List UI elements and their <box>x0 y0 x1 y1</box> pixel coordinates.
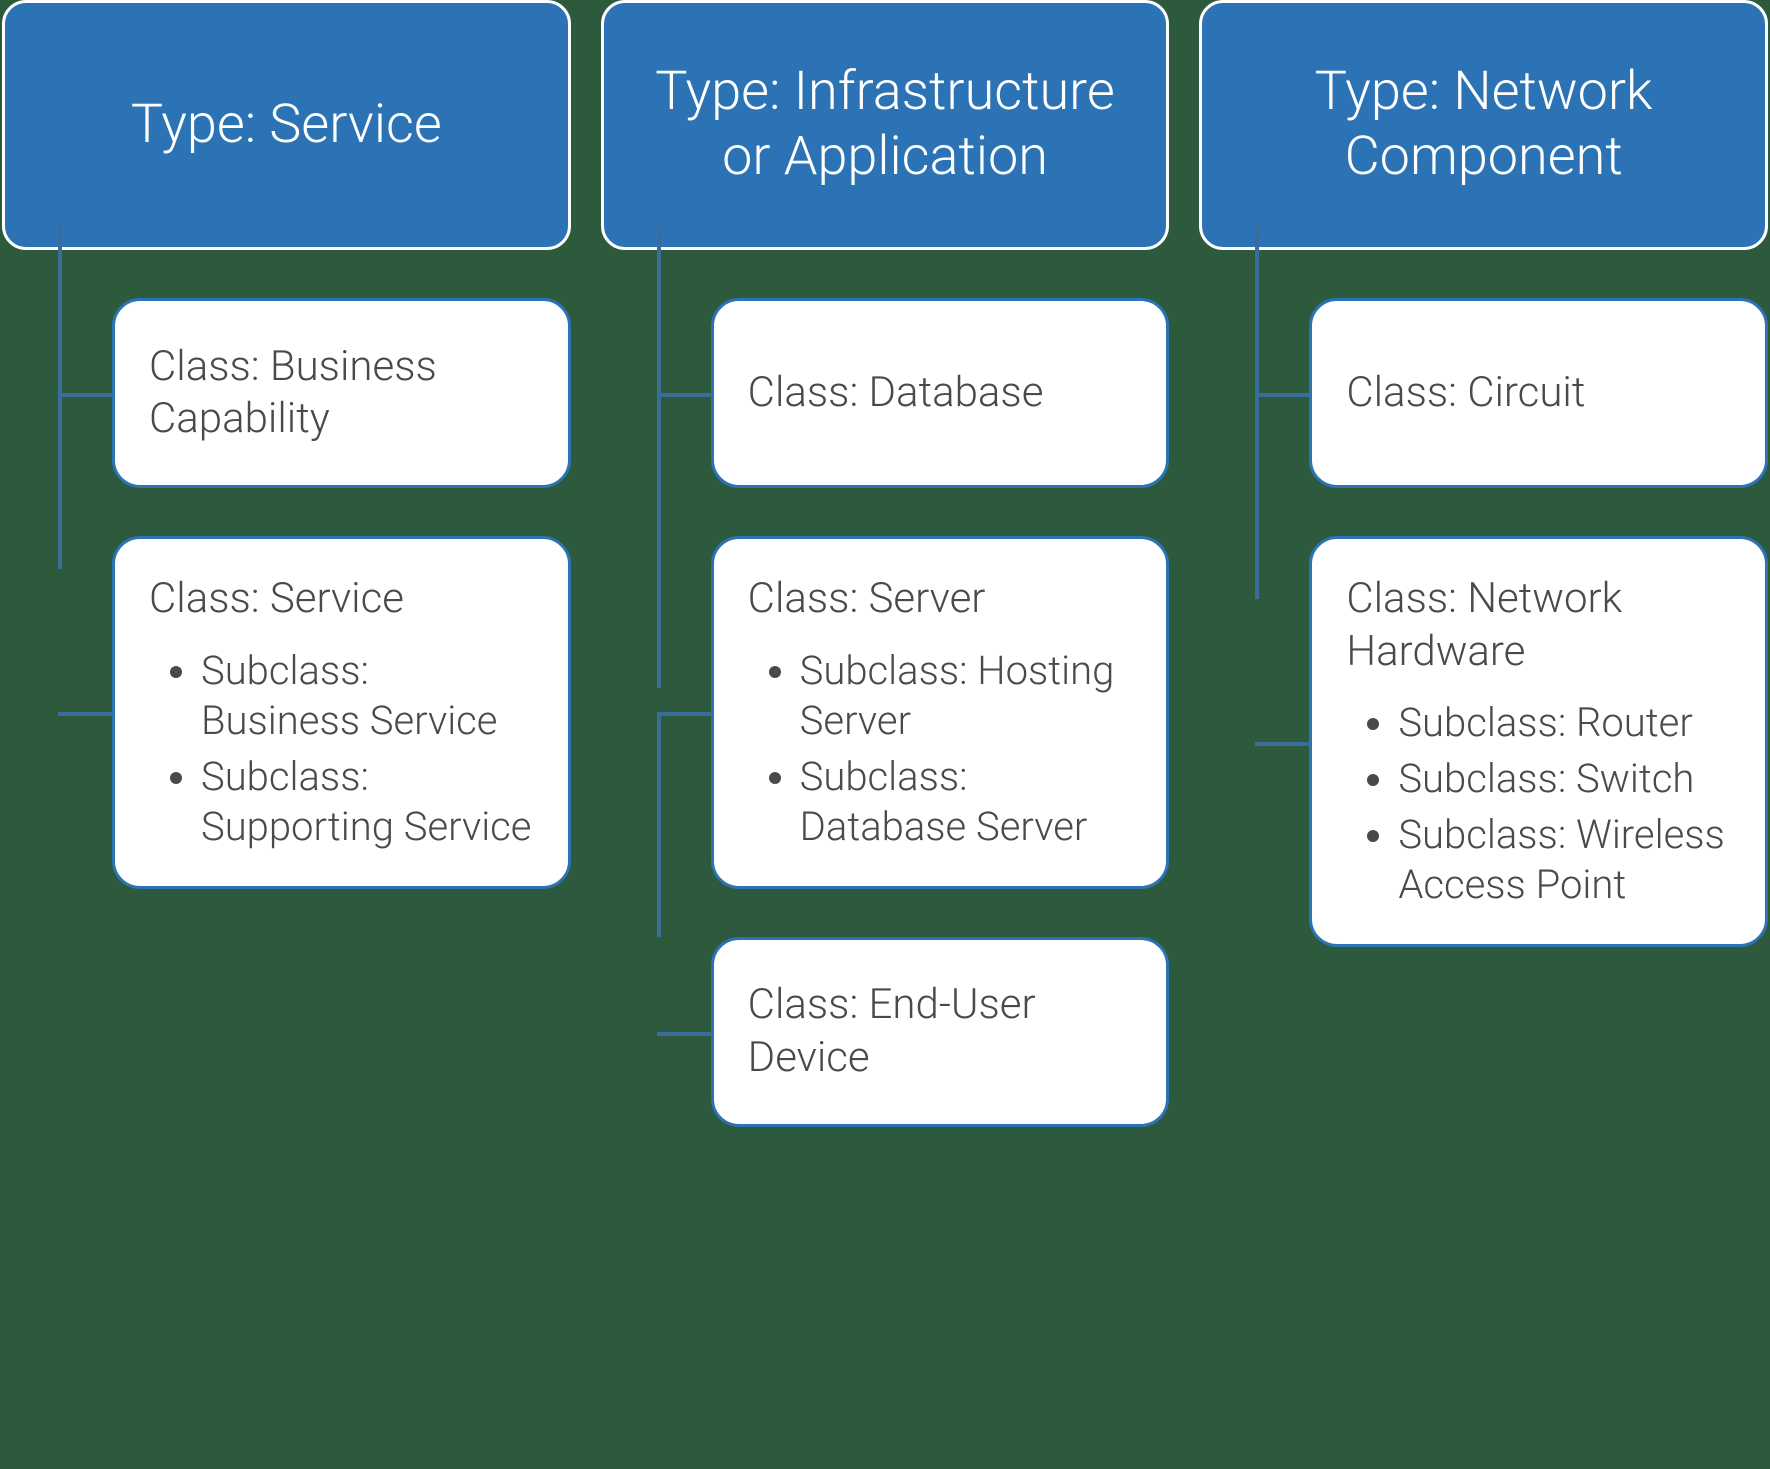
class-box-end-user-device: Class: End-User Device <box>711 937 1170 1127</box>
children-infra-app: Class: Database Class: Server Subclass: … <box>657 250 1170 1127</box>
type-label: Type: Infrastructure or Application <box>634 60 1137 190</box>
subclass-item: Subclass: Switch <box>1398 754 1731 804</box>
type-box-service: Type: Service <box>2 0 571 250</box>
children-service: Class: Business Capability Class: Servic… <box>58 250 571 889</box>
subclass-item: Subclass: Router <box>1398 698 1731 748</box>
class-box-database: Class: Database <box>711 298 1170 488</box>
subclass-item: Subclass: Database Server <box>800 752 1133 852</box>
class-box-circuit: Class: Circuit <box>1309 298 1768 488</box>
subclass-item: Subclass: Wireless Access Point <box>1398 810 1731 910</box>
type-label: Type: Service <box>131 93 442 158</box>
class-wrap: Class: Database <box>711 298 1170 488</box>
diagram-root: Type: Service Class: Business Capability… <box>0 0 1770 1127</box>
class-label: Class: End-User Device <box>748 979 1133 1084</box>
class-wrap: Class: Network Hardware Subclass: Router… <box>1309 536 1768 947</box>
class-label: Class: Business Capability <box>149 341 534 446</box>
class-label: Class: Network Hardware <box>1346 573 1731 678</box>
class-label: Class: Server <box>748 573 1133 626</box>
subclass-item: Subclass: Hosting Server <box>800 646 1133 746</box>
subclass-list: Subclass: Router Subclass: Switch Subcla… <box>1398 692 1731 910</box>
type-box-infra-app: Type: Infrastructure or Application <box>601 0 1170 250</box>
class-wrap: Class: End-User Device <box>711 937 1170 1127</box>
class-label: Class: Service <box>149 573 534 626</box>
subclass-item: Subclass: Supporting Service <box>201 752 534 852</box>
column-infra-app: Type: Infrastructure or Application Clas… <box>601 0 1170 1127</box>
class-wrap: Class: Business Capability <box>112 298 571 488</box>
class-label: Class: Circuit <box>1346 367 1731 420</box>
class-box-business-capability: Class: Business Capability <box>112 298 571 488</box>
type-box-network: Type: Network Component <box>1199 0 1768 250</box>
class-wrap: Class: Service Subclass: Business Servic… <box>112 536 571 889</box>
class-wrap: Class: Circuit <box>1309 298 1768 488</box>
subclass-item: Subclass: Business Service <box>201 646 534 746</box>
class-label: Class: Database <box>748 367 1133 420</box>
subclass-list: Subclass: Hosting Server Subclass: Datab… <box>800 640 1133 852</box>
children-network: Class: Circuit Class: Network Hardware S… <box>1255 250 1768 947</box>
class-box-network-hardware: Class: Network Hardware Subclass: Router… <box>1309 536 1768 947</box>
class-wrap: Class: Server Subclass: Hosting Server S… <box>711 536 1170 889</box>
type-label: Type: Network Component <box>1232 60 1735 190</box>
column-service: Type: Service Class: Business Capability… <box>2 0 571 1127</box>
subclass-list: Subclass: Business Service Subclass: Sup… <box>201 640 534 852</box>
column-network: Type: Network Component Class: Circuit C… <box>1199 0 1768 1127</box>
class-box-service: Class: Service Subclass: Business Servic… <box>112 536 571 889</box>
class-box-server: Class: Server Subclass: Hosting Server S… <box>711 536 1170 889</box>
